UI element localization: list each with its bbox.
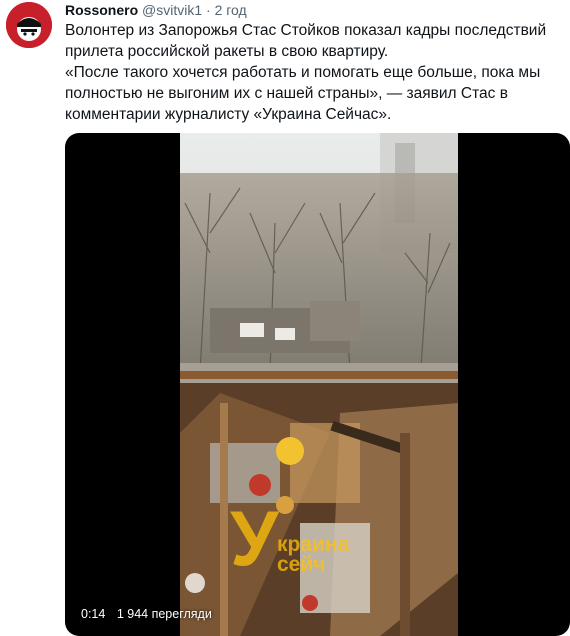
author-name[interactable]: Rossonero: [65, 2, 138, 18]
video-duration: 0:14: [81, 607, 106, 621]
avatar[interactable]: [6, 2, 52, 48]
video-player[interactable]: У крaина сейч 0:14 1 944 перегляди: [65, 133, 570, 636]
tweet-time[interactable]: · 2 год: [206, 2, 247, 18]
author-handle[interactable]: @svitvik1: [142, 2, 202, 18]
avatar-emblem-icon: [6, 2, 52, 48]
video-info: 0:14 1 944 перегляди: [81, 607, 220, 621]
watermark-logo-text: крaина сейч: [277, 533, 350, 576]
watermark-line: сейч: [277, 553, 326, 576]
video-views: 1 944 перегляди: [116, 607, 212, 621]
watermark-line: крaина: [277, 533, 350, 556]
watermark-logo-letter: У: [230, 494, 279, 582]
tweet-text-line: Волонтер из Запорожья Стас Стойков показ…: [65, 22, 547, 60]
tweet-text: Волонтер из Запорожья Стас Стойков показ…: [65, 20, 560, 125]
tweet-text-line: «После такого хочется работать и помогат…: [65, 64, 541, 123]
tweet-header: Rossonero @svitvik1 · 2 год: [65, 2, 247, 18]
